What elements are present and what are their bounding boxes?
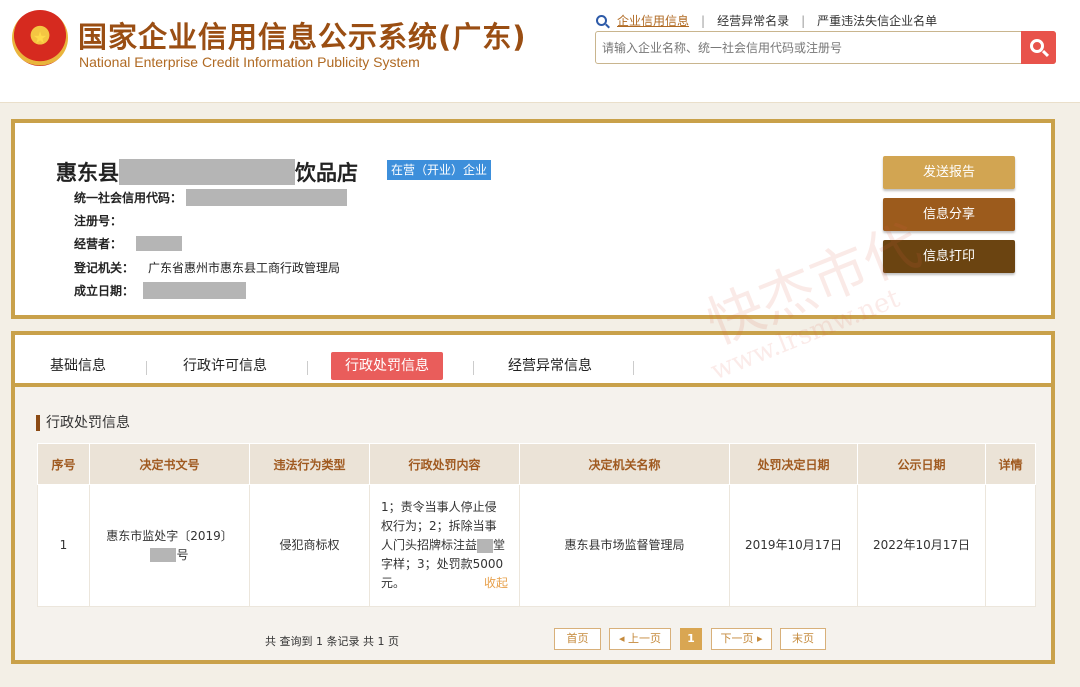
search-button[interactable]: [1021, 31, 1056, 64]
next-page-button[interactable]: 下一页 ▸: [711, 628, 772, 650]
search-icon: [596, 15, 607, 26]
share-info-button[interactable]: 信息分享: [883, 198, 1015, 231]
info-operator: 经营者：: [74, 234, 183, 252]
redacted-block: [477, 538, 494, 553]
tab-basic-info[interactable]: 基础信息: [50, 352, 106, 380]
magnifier-icon: [1030, 39, 1044, 53]
col-authority: 决定机关名称: [519, 443, 730, 485]
site-subtitle: National Enterprise Credit Information P…: [79, 54, 420, 70]
cell-decision-date: 2019年10月17日: [729, 484, 858, 607]
cell-authority: 惠东县市场监督管理局: [519, 484, 730, 607]
link-abnormal-operation-list[interactable]: 经营异常名录: [717, 12, 789, 29]
search-input[interactable]: [596, 32, 1016, 63]
cell-penalty-content: 1；责令当事人停止侵权行为；2；拆除当事人门头招牌标注益 堂字样；3；处罚款500…: [369, 484, 520, 607]
col-decision-date: 处罚决定日期: [729, 443, 858, 485]
col-publish-date: 公示日期: [857, 443, 986, 485]
company-name-suffix: 饮品店: [295, 161, 358, 185]
redacted-block: [186, 188, 348, 206]
col-details: 详情: [985, 443, 1036, 485]
link-enterprise-credit[interactable]: 企业信用信息: [617, 12, 689, 29]
tab-abnormal-operation[interactable]: 经营异常信息: [508, 352, 592, 380]
redacted-block: [143, 281, 247, 299]
print-info-button[interactable]: 信息打印: [883, 240, 1015, 273]
info-registration-authority: 登记机关： 广东省惠州市惠东县工商行政管理局: [74, 260, 341, 275]
site-header: ★ 国家企业信用信息公示系统(广东) National Enterprise C…: [0, 0, 1080, 103]
section-title: 行政处罚信息: [36, 415, 130, 431]
send-report-button[interactable]: 发送报告: [883, 156, 1015, 189]
tab-bar: 基础信息 行政许可信息 行政处罚信息 经营异常信息: [15, 335, 1051, 387]
top-nav-links: 企业信用信息 | 经营异常名录 | 严重违法失信企业名单: [596, 12, 937, 29]
col-violation-type: 违法行为类型: [249, 443, 370, 485]
collapse-link[interactable]: 收起: [484, 574, 508, 593]
company-name: 惠东县 饮品店: [56, 157, 358, 187]
redacted-block: [150, 548, 177, 562]
cell-violation-type: 侵犯商标权: [249, 484, 370, 607]
cell-doc-number: 惠东市监处字〔2019〕 号: [89, 484, 250, 607]
penalty-info-panel: 基础信息 行政许可信息 行政处罚信息 经营异常信息 行政处罚信息 序号 决定书文…: [11, 331, 1055, 664]
tab-admin-penalty[interactable]: 行政处罚信息: [331, 352, 443, 380]
tab-admin-license[interactable]: 行政许可信息: [183, 352, 267, 380]
prev-page-button[interactable]: ◂ 上一页: [609, 628, 671, 650]
site-title: 国家企业信用信息公示系统(广东): [78, 20, 527, 54]
cell-details[interactable]: [985, 484, 1036, 607]
company-info-panel: 惠东县 饮品店 在营（开业）企业 统一社会信用代码： 注册号： 经营者： 登记机…: [11, 119, 1055, 319]
last-page-button[interactable]: 末页: [780, 628, 826, 650]
info-registration-no: 注册号：: [74, 213, 123, 228]
cell-publish-date: 2022年10月17日: [857, 484, 986, 607]
col-doc-number: 决定书文号: [89, 443, 250, 485]
search-box: [595, 31, 1056, 64]
penalty-table: 序号 决定书文号 违法行为类型 行政处罚内容 决定机关名称 处罚决定日期 公示日…: [37, 443, 1036, 607]
pagination-summary: 共 查询到 1 条记录 共 1 页: [265, 635, 399, 648]
table-header-row: 序号 决定书文号 违法行为类型 行政处罚内容 决定机关名称 处罚决定日期 公示日…: [37, 443, 1036, 485]
col-index: 序号: [37, 443, 90, 485]
national-emblem-icon: ★: [12, 10, 68, 66]
company-name-prefix: 惠东县: [56, 161, 119, 185]
redacted-block: [119, 159, 295, 185]
current-page[interactable]: 1: [680, 628, 702, 650]
cell-index: 1: [37, 484, 90, 607]
status-badge: 在营（开业）企业: [387, 160, 492, 180]
info-credit-code: 统一社会信用代码：: [74, 188, 348, 206]
first-page-button[interactable]: 首页: [554, 628, 601, 650]
table-row: 1 惠东市监处字〔2019〕 号 侵犯商标权 1；责令当事人停止侵权行为；2；拆…: [37, 484, 1036, 607]
redacted-block: [136, 235, 183, 251]
link-serious-violation-list[interactable]: 严重违法失信企业名单: [817, 12, 937, 29]
col-penalty-content: 行政处罚内容: [369, 443, 520, 485]
info-establish-date: 成立日期：: [74, 281, 247, 299]
